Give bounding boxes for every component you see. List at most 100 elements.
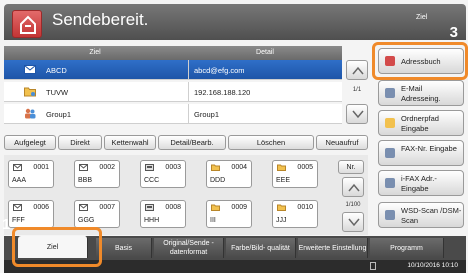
chevron-down-icon	[348, 218, 360, 227]
key-number: 0010	[297, 204, 313, 211]
tab-loeschen[interactable]: Löschen	[228, 135, 314, 150]
send-screen: Sendebereit. Ziel 3 Ziel Detail ABCD abc…	[0, 0, 468, 273]
key-number: 0008	[165, 204, 181, 211]
home-button[interactable]	[12, 10, 42, 38]
folder-icon	[211, 164, 220, 171]
tab-direkt[interactable]: Direkt	[58, 135, 102, 150]
step-badge: 1	[2, 216, 11, 233]
row-divider	[188, 60, 189, 80]
side-button-label: E-Mail Adresseing.	[401, 84, 441, 103]
table-row[interactable]: Group1 Group1	[4, 104, 342, 124]
one-touch-key[interactable]: 0010 JJJ	[272, 200, 318, 228]
tab-kettenwahl[interactable]: Kettenwahl	[104, 135, 156, 150]
one-touch-key[interactable]: 0005 EEE	[272, 160, 318, 188]
folder-icon	[24, 87, 36, 97]
tab-aufgelegt[interactable]: Aufgelegt	[4, 135, 56, 150]
key-label: GGG	[78, 217, 95, 224]
side-button-label: Adressbuch	[401, 57, 441, 66]
row-detail: abcd@efg.com	[194, 66, 245, 75]
tab-color-quality[interactable]: Farbe/Bild- qualität	[226, 238, 296, 258]
tab-detail-bearb[interactable]: Detail/Bearb.	[158, 135, 226, 150]
chevron-up-icon	[352, 66, 364, 75]
one-touch-key[interactable]: 0009 III	[206, 200, 252, 228]
home-icon	[20, 15, 36, 34]
row-name: Group1	[46, 110, 72, 119]
key-label: DDD	[210, 177, 226, 184]
envelope-icon	[24, 65, 36, 74]
envelope-icon	[79, 164, 88, 171]
key-label: III	[210, 217, 216, 224]
key-label: FFF	[12, 217, 25, 224]
tab-ziel[interactable]: Ziel	[18, 236, 88, 258]
table-row[interactable]: ABCD abcd@efg.com	[4, 60, 342, 80]
folder-icon	[277, 164, 286, 171]
email-icon	[385, 88, 395, 98]
tab-original-format[interactable]: Original/Sende -datenformat	[154, 238, 224, 258]
key-label: EEE	[276, 177, 291, 184]
row-detail: Group1	[194, 110, 220, 119]
document-icon	[370, 262, 376, 270]
key-number: 0007	[99, 204, 115, 211]
ifax-icon	[385, 178, 395, 188]
number-search-button[interactable]: Nr.	[338, 160, 364, 174]
key-label: HHH	[144, 217, 160, 224]
one-touch-key[interactable]: 0004 DDD	[206, 160, 252, 188]
tab-program[interactable]: Programm	[370, 238, 444, 258]
envelope-icon	[13, 164, 22, 171]
key-number: 0005	[297, 164, 313, 171]
table-scroll-up-button[interactable]	[346, 60, 368, 80]
scan-icon	[385, 210, 395, 220]
tab-advanced[interactable]: Erweiterte Einstellung	[298, 238, 368, 258]
key-label: CCC	[144, 177, 160, 184]
fax-icon	[145, 164, 154, 171]
table-page-indicator: 1/1	[352, 87, 362, 93]
folder-icon	[211, 204, 220, 211]
one-touch-key[interactable]: 0008 HHH	[140, 200, 186, 228]
row-name: TUVW	[46, 88, 69, 97]
envelope-icon	[79, 204, 88, 211]
envelope-icon	[13, 204, 22, 211]
side-button-label: FAX-Nr. Eingabe	[401, 144, 457, 153]
table-scroll-down-button[interactable]	[346, 104, 368, 124]
one-touch-key[interactable]: 0007 GGG	[74, 200, 120, 228]
step-badge: 3	[449, 24, 458, 41]
tab-basis[interactable]: Basis	[96, 238, 152, 258]
key-number: 0001	[33, 164, 49, 171]
key-number: 0004	[231, 164, 247, 171]
clock: 10/10/2016 10:10	[407, 262, 458, 269]
key-number: 0006	[33, 204, 49, 211]
fax-number-button[interactable]: FAX-Nr. Eingabe	[378, 140, 464, 166]
key-label: JJJ	[276, 217, 287, 224]
column-header-name: Ziel	[89, 49, 101, 56]
addressbook-button[interactable]: Adressbuch	[378, 48, 464, 74]
ifax-button[interactable]: i-FAX Adr.-Eingabe	[378, 170, 464, 196]
folder-icon	[385, 118, 395, 128]
one-touch-key[interactable]: 0006 FFF	[8, 200, 54, 228]
fax-icon	[145, 204, 154, 211]
row-divider	[188, 82, 189, 102]
side-button-label: WSD-Scan /DSM-Scan	[401, 206, 462, 225]
column-header-detail: Detail	[256, 49, 274, 56]
email-entry-button[interactable]: E-Mail Adresseing.	[378, 80, 464, 106]
keys-scroll-up-button[interactable]	[342, 177, 364, 197]
fax-icon	[385, 148, 395, 158]
destination-label: Ziel	[416, 14, 428, 21]
status-title: Sendebereit.	[52, 10, 149, 29]
keys-page-indicator: 1/100	[345, 202, 361, 208]
side-button-label: Ordnerpfad Eingabe	[401, 114, 439, 133]
wsd-scan-button[interactable]: WSD-Scan /DSM-Scan	[378, 202, 464, 228]
one-touch-key[interactable]: 0002 BBB	[74, 160, 120, 188]
chevron-up-icon	[348, 183, 360, 192]
row-name: ABCD	[46, 66, 67, 75]
keys-scroll-down-button[interactable]	[342, 212, 364, 232]
status-strip	[4, 260, 466, 273]
one-touch-key[interactable]: 0001 AAA	[8, 160, 54, 188]
key-label: BBB	[78, 177, 93, 184]
chevron-down-icon	[352, 110, 364, 119]
folder-path-button[interactable]: Ordnerpfad Eingabe	[378, 110, 464, 136]
row-detail: 192.168.188.120	[194, 88, 251, 97]
table-row[interactable]: TUVW 192.168.188.120	[4, 82, 342, 102]
table-header: Ziel Detail	[4, 46, 342, 60]
tab-neuaufruf[interactable]: Neuaufruf	[316, 135, 368, 150]
one-touch-key[interactable]: 0003 CCC	[140, 160, 186, 188]
